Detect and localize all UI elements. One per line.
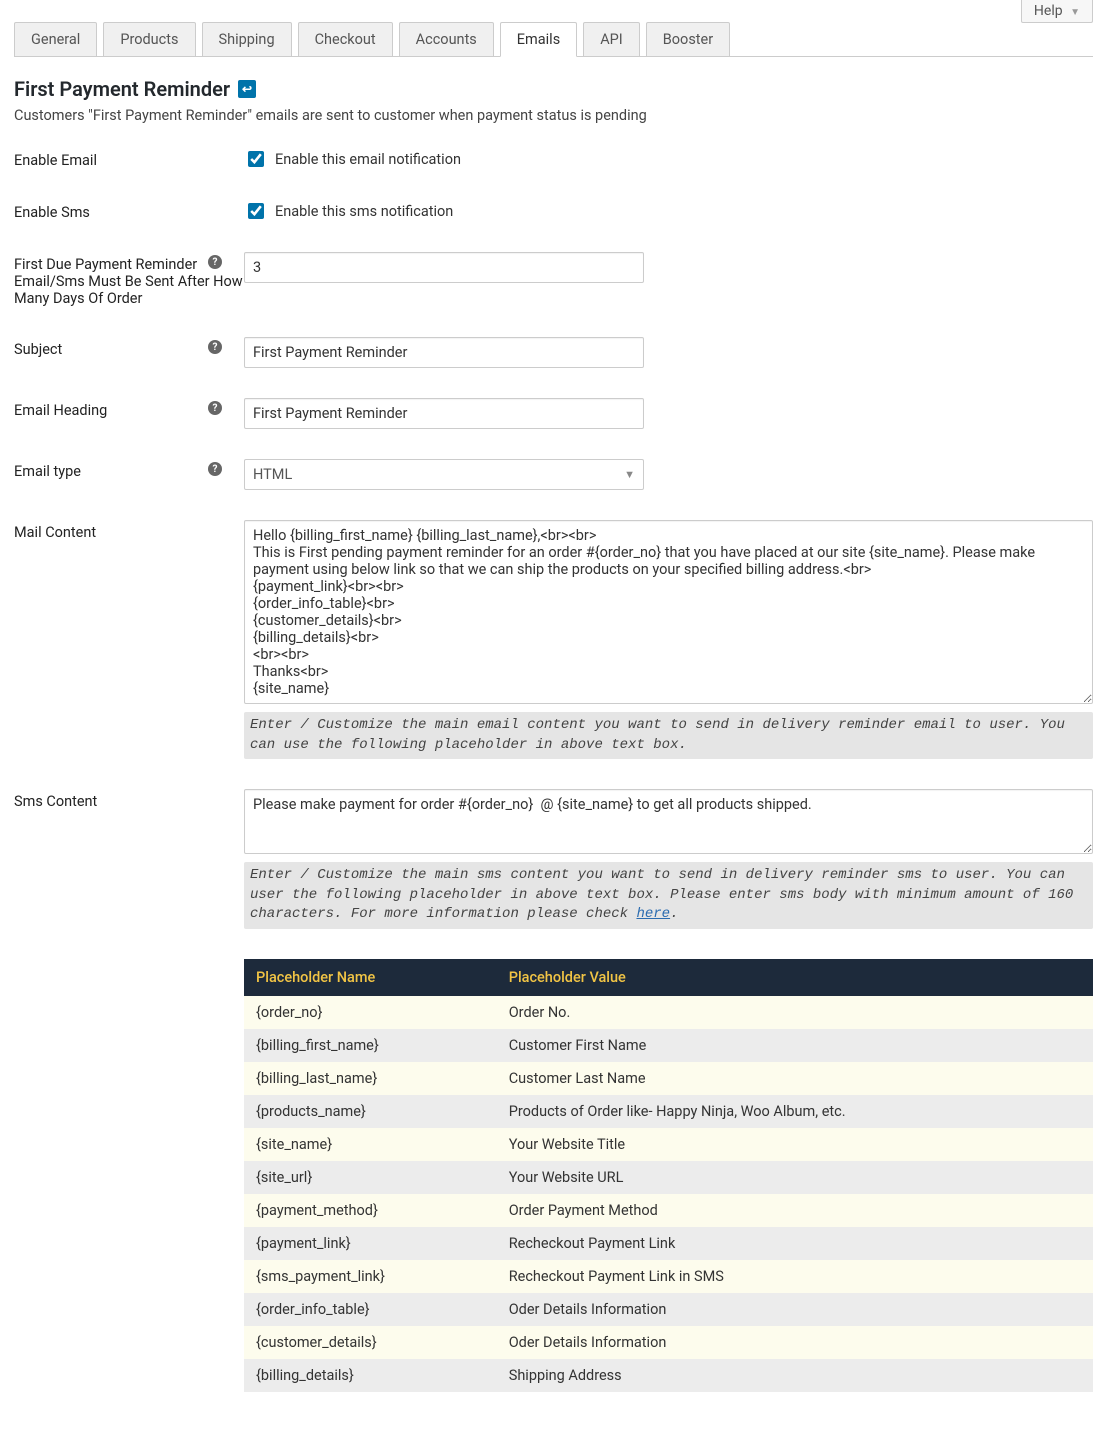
table-row: {customer_details}Oder Details Informati… (244, 1326, 1093, 1359)
tab-booster[interactable]: Booster (646, 22, 730, 57)
tab-accounts[interactable]: Accounts (399, 22, 494, 57)
help-label: Help (1034, 3, 1063, 19)
enable-email-checkbox[interactable] (248, 151, 264, 167)
placeholder-value-cell: Recheckout Payment Link (497, 1227, 1093, 1260)
placeholder-name-cell: {order_info_table} (244, 1293, 497, 1326)
help-dropdown[interactable]: Help ▼ (1021, 0, 1093, 23)
placeholder-value-cell: Shipping Address (497, 1359, 1093, 1392)
table-row: {order_info_table}Oder Details Informati… (244, 1293, 1093, 1326)
placeholder-name-cell: {sms_payment_link} (244, 1260, 497, 1293)
subject-input[interactable] (244, 337, 644, 368)
enable-email-text: Enable this email notification (275, 151, 461, 168)
smscontent-label: Sms Content (14, 789, 244, 810)
table-row: {order_no}Order No. (244, 996, 1093, 1029)
placeholder-value-cell: Customer First Name (497, 1029, 1093, 1062)
emailtype-select[interactable]: HTML ▼ (244, 459, 644, 490)
tab-general[interactable]: General (14, 22, 97, 57)
emailtype-label: Email type ? (14, 459, 244, 480)
placeholder-value-cell: Customer Last Name (497, 1062, 1093, 1095)
placeholder-value-cell: Your Website Title (497, 1128, 1093, 1161)
placeholder-name-cell: {payment_method} (244, 1194, 497, 1227)
heading-input[interactable] (244, 398, 644, 429)
table-row: {products_name}Products of Order like- H… (244, 1095, 1093, 1128)
help-tip-icon[interactable]: ? (208, 462, 222, 476)
placeholder-value-cell: Order Payment Method (497, 1194, 1093, 1227)
enable-sms-checkbox-wrap[interactable]: Enable this sms notification (244, 200, 1093, 222)
placeholder-value-cell: Oder Details Information (497, 1326, 1093, 1359)
table-row: {sms_payment_link}Recheckout Payment Lin… (244, 1260, 1093, 1293)
table-row: {billing_details}Shipping Address (244, 1359, 1093, 1392)
enable-email-label: Enable Email (14, 148, 244, 169)
mailcontent-textarea[interactable] (244, 520, 1093, 704)
page-description: Customers "First Payment Reminder" email… (14, 107, 1093, 124)
tab-shipping[interactable]: Shipping (202, 22, 292, 57)
tab-emails[interactable]: Emails (500, 22, 577, 57)
placeholder-name-cell: {billing_last_name} (244, 1062, 497, 1095)
table-row: {site_url}Your Website URL (244, 1161, 1093, 1194)
emailtype-value: HTML (253, 466, 292, 483)
tab-api[interactable]: API (583, 22, 640, 57)
table-header-name: Placeholder Name (244, 959, 497, 996)
mailcontent-label: Mail Content (14, 520, 244, 541)
table-row: {billing_last_name}Customer Last Name (244, 1062, 1093, 1095)
chevron-down-icon: ▼ (624, 468, 635, 481)
placeholder-name-cell: {billing_details} (244, 1359, 497, 1392)
tab-checkout[interactable]: Checkout (298, 22, 393, 57)
page-title: First Payment Reminder ↩ (14, 77, 1093, 101)
help-tip-icon[interactable]: ? (208, 255, 222, 269)
placeholder-value-cell: Recheckout Payment Link in SMS (497, 1260, 1093, 1293)
mailcontent-hint: Enter / Customize the main email content… (244, 712, 1093, 759)
placeholder-name-cell: {site_name} (244, 1128, 497, 1161)
tab-products[interactable]: Products (103, 22, 195, 57)
placeholder-value-cell: Your Website URL (497, 1161, 1093, 1194)
smscontent-hint: Enter / Customize the main sms content y… (244, 862, 1093, 929)
days-label: First Due Payment Reminder Email/Sms Mus… (14, 252, 244, 307)
placeholder-name-cell: {customer_details} (244, 1326, 497, 1359)
days-input[interactable] (244, 252, 644, 283)
placeholder-value-cell: Order No. (497, 996, 1093, 1029)
placeholder-name-cell: {order_no} (244, 996, 497, 1029)
table-row: {billing_first_name}Customer First Name (244, 1029, 1093, 1062)
placeholder-value-cell: Oder Details Information (497, 1293, 1093, 1326)
chevron-down-icon: ▼ (1070, 7, 1080, 18)
placeholder-name-cell: {products_name} (244, 1095, 497, 1128)
page-title-text: First Payment Reminder (14, 77, 230, 101)
help-tip-icon[interactable]: ? (208, 401, 222, 415)
subject-label: Subject ? (14, 337, 244, 358)
enable-email-checkbox-wrap[interactable]: Enable this email notification (244, 148, 1093, 170)
heading-label: Email Heading ? (14, 398, 244, 419)
smscontent-textarea[interactable] (244, 789, 1093, 854)
smscontent-hint-link[interactable]: here (636, 906, 670, 922)
placeholder-value-cell: Products of Order like- Happy Ninja, Woo… (497, 1095, 1093, 1128)
placeholder-name-cell: {billing_first_name} (244, 1029, 497, 1062)
enable-sms-label: Enable Sms (14, 200, 244, 221)
settings-tabs: GeneralProductsShippingCheckoutAccountsE… (14, 22, 1093, 57)
placeholder-name-cell: {site_url} (244, 1161, 497, 1194)
table-row: {payment_link}Recheckout Payment Link (244, 1227, 1093, 1260)
placeholder-name-cell: {payment_link} (244, 1227, 497, 1260)
table-row: {site_name}Your Website Title (244, 1128, 1093, 1161)
help-tip-icon[interactable]: ? (208, 340, 222, 354)
placeholder-table: Placeholder Name Placeholder Value {orde… (244, 959, 1093, 1392)
table-row: {payment_method}Order Payment Method (244, 1194, 1093, 1227)
enable-sms-checkbox[interactable] (248, 203, 264, 219)
back-icon[interactable]: ↩ (238, 80, 256, 98)
table-header-value: Placeholder Value (497, 959, 1093, 996)
enable-sms-text: Enable this sms notification (275, 203, 453, 220)
